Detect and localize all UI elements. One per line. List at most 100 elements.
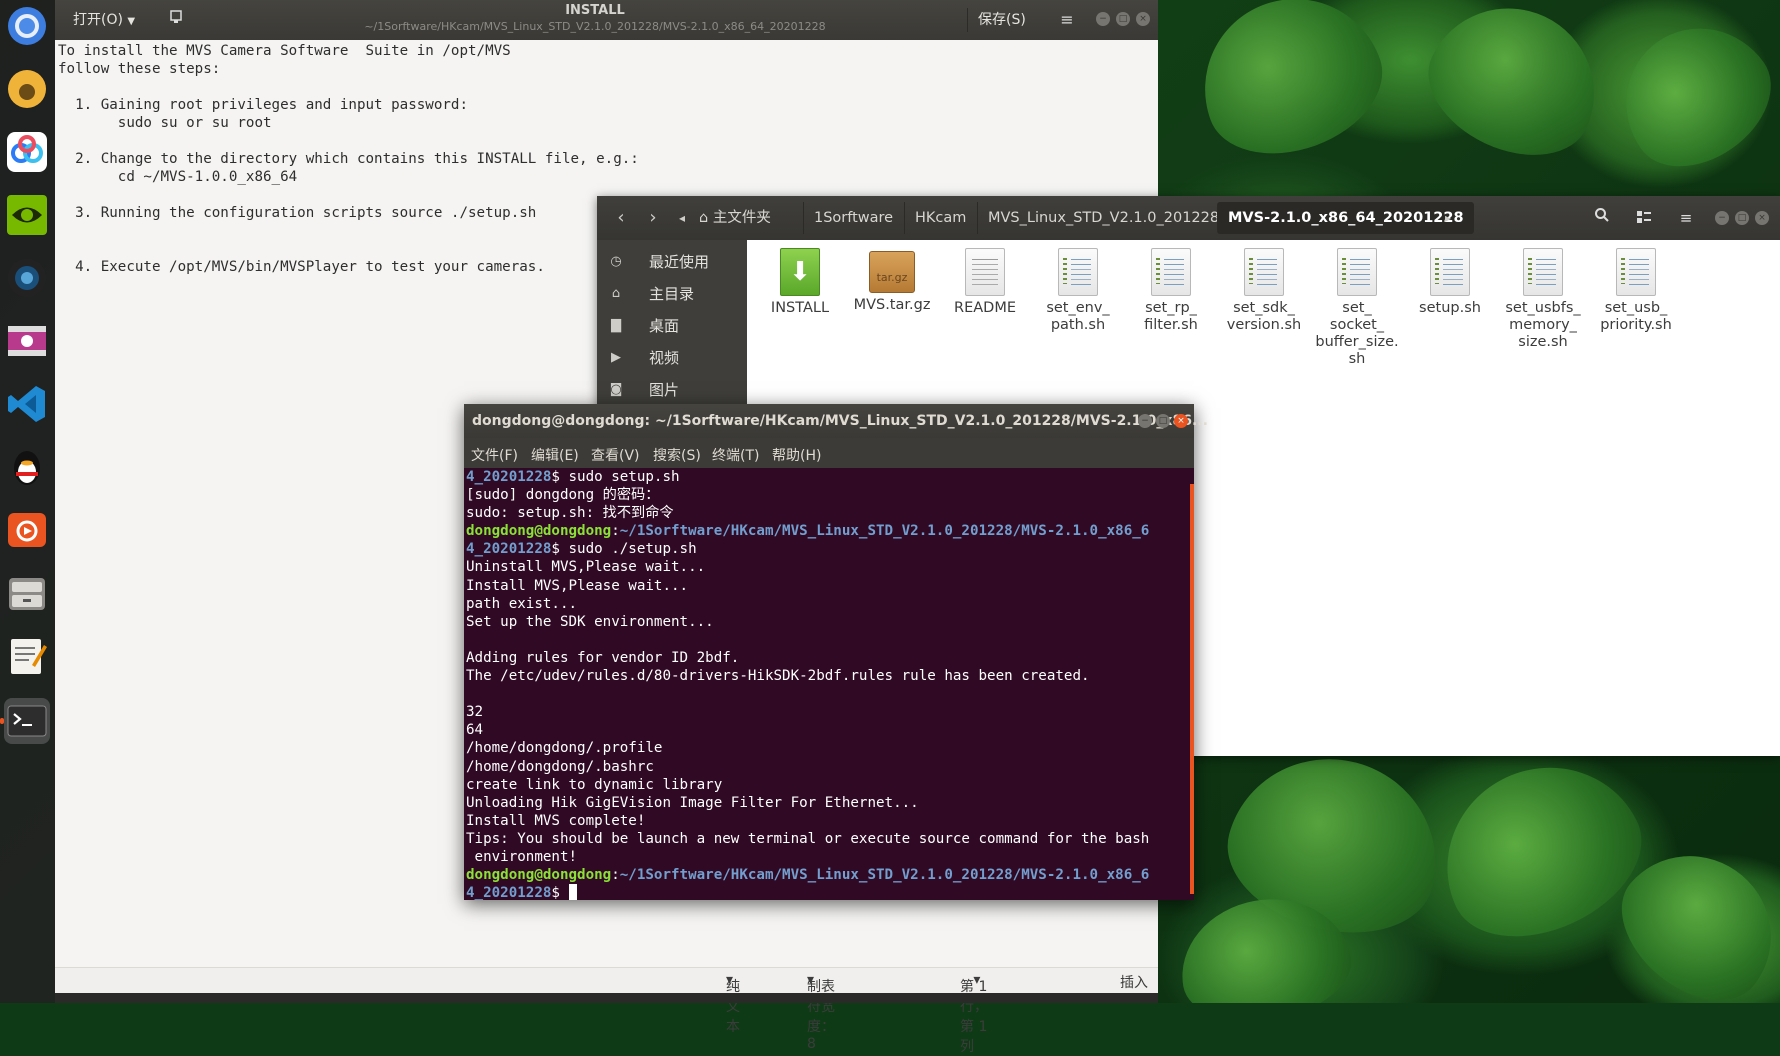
breadcrumb-home[interactable]: ⌂ 主文件夹 <box>689 202 781 234</box>
minimize-icon[interactable]: − <box>1715 211 1729 225</box>
search-icon[interactable] <box>1584 204 1620 232</box>
vscode-icon[interactable] <box>4 381 50 427</box>
file-item-set-usb-priority[interactable]: set_usb_ priority.sh <box>1590 248 1682 334</box>
chromium-icon[interactable] <box>4 3 50 49</box>
sidebar-item-desktop[interactable]: ▇ 桌面 <box>597 310 747 342</box>
terminal-scrollbar[interactable] <box>1190 484 1194 894</box>
nvidia-settings-icon[interactable] <box>4 192 50 238</box>
terminal-icon[interactable] <box>0 698 50 744</box>
status-bar: 纯文本 ▾ 制表符宽度：8 ▾ 第 1 行，第 1 列 ▾ 插入 <box>55 967 1158 1055</box>
script-file-icon <box>1244 248 1284 296</box>
sidebar-item-recent[interactable]: ◷ 最近使用 <box>597 246 747 278</box>
maximize-icon[interactable]: □ <box>1156 414 1170 428</box>
hamburger-menu-icon[interactable]: ≡ <box>1055 8 1079 32</box>
forward-arrow-icon[interactable]: › <box>639 204 667 232</box>
clock-icon: ◷ <box>610 254 622 269</box>
maximize-icon[interactable]: □ <box>1116 12 1130 26</box>
cursor-position[interactable]: 第 1 行，第 1 列 ▾ <box>960 972 988 1055</box>
video-player-icon[interactable] <box>4 318 50 364</box>
sidebar-item-pictures[interactable]: ◙ 图片 <box>597 374 747 406</box>
document-text[interactable]: To install the MVS Camera Software Suite… <box>58 42 639 276</box>
window-title: INSTALL <box>565 3 625 18</box>
music-app-icon[interactable] <box>4 66 50 112</box>
tab-width-selector[interactable]: 制表符宽度：8 ▾ <box>807 972 835 1052</box>
file-item-set-usbfs-memory-size[interactable]: set_usbfs_ memory_ size.sh <box>1497 248 1589 351</box>
open-file-button[interactable]: 打开(O) ▼ <box>65 8 143 32</box>
menu-search[interactable]: 搜索(S) <box>653 445 701 465</box>
insert-mode[interactable]: 插入 <box>1120 972 1148 992</box>
syntax-label: 纯文本 <box>726 979 740 1035</box>
tab-width-label: 制表符宽度：8 <box>807 979 835 1052</box>
file-name: INSTALL <box>770 300 830 316</box>
text-editor-headerbar: 打开(O) ▼ INSTALL ~/1Sorftware/HKcam/MVS_L… <box>55 0 1158 40</box>
menu-help[interactable]: 帮助(H) <box>772 445 821 465</box>
menu-edit[interactable]: 编辑(E) <box>531 445 579 465</box>
file-item-set-rp-filter[interactable]: set_rp_ filter.sh <box>1125 248 1217 334</box>
sidebar-item-videos[interactable]: ▶ 视频 <box>597 342 747 374</box>
close-icon[interactable]: × <box>1136 12 1150 26</box>
breadcrumb-hkcam[interactable]: HKcam <box>904 202 976 234</box>
close-icon[interactable]: × <box>1174 414 1188 428</box>
save-button[interactable]: 保存(S) <box>967 8 1036 32</box>
breadcrumb-home-label: 主文件夹 <box>712 210 771 226</box>
open-button-label: 打开(O) <box>73 12 123 28</box>
text-editor-icon[interactable] <box>4 633 50 679</box>
script-file-icon <box>1151 248 1191 296</box>
window-bottom-edge <box>55 993 1158 1003</box>
file-item-set-sdk-version[interactable]: set_sdk_ version.sh <box>1218 248 1310 334</box>
sidebar-item-label: 最近使用 <box>649 253 710 271</box>
camera-icon: ◙ <box>609 382 623 397</box>
text-file-icon <box>965 248 1005 296</box>
file-name: set_env_ path.sh <box>1046 300 1110 333</box>
output-line: sudo: setup.sh: 找不到命令 <box>466 505 674 522</box>
file-item-setup[interactable]: setup.sh <box>1404 248 1496 317</box>
file-item-set-env-path[interactable]: set_env_ path.sh <box>1032 248 1124 334</box>
breadcrumb-right-icon[interactable]: ▸ <box>1440 204 1456 232</box>
file-item-archive[interactable]: tar.gz MVS.tar.gz <box>846 248 938 314</box>
menu-file[interactable]: 文件(F) <box>471 445 518 465</box>
output-line: [sudo] dongdong 的密码： <box>466 487 660 504</box>
script-file-icon <box>1430 248 1470 296</box>
minimize-icon[interactable]: − <box>1096 12 1110 26</box>
launcher-dock <box>0 0 55 1003</box>
back-arrow-icon[interactable]: ‹ <box>607 204 635 232</box>
new-tab-icon[interactable] <box>160 8 192 32</box>
sidebar-item-home[interactable]: ⌂ 主目录 <box>597 278 747 310</box>
menu-view[interactable]: 查看(V) <box>591 445 640 465</box>
prompt-user: dongdong@dongdong <box>466 867 612 884</box>
file-item-set-socket-buffer-size[interactable]: set_ socket_ buffer_size. sh <box>1311 248 1403 368</box>
prompt-path: ~/1Sorftware/HKcam/MVS_Linux_STD_V2.1.0_… <box>619 523 1150 540</box>
breadcrumb-mvs-linux-std[interactable]: MVS_Linux_STD_V2.1.0_201228 <box>977 202 1229 234</box>
breadcrumb-left-icon[interactable]: ◂ <box>674 204 690 232</box>
view-options-icon[interactable] <box>1626 204 1662 232</box>
breadcrumb-1sorftware[interactable]: 1Sorftware <box>803 202 903 234</box>
file-name: set_ socket_ buffer_size. sh <box>1315 300 1399 367</box>
qq-penguin-icon[interactable] <box>4 444 50 490</box>
breadcrumb-current-folder[interactable]: MVS-2.1.0_x86_64_20201228 <box>1217 202 1474 234</box>
file-item-readme[interactable]: README <box>939 248 1031 317</box>
minimize-icon[interactable]: − <box>1138 414 1152 428</box>
text-cursor <box>568 884 577 900</box>
file-name: set_usb_ priority.sh <box>1600 300 1672 333</box>
baidu-netdisk-icon[interactable] <box>4 129 50 175</box>
syntax-selector[interactable]: 纯文本 ▾ <box>726 972 740 1035</box>
home-icon: ⌂ <box>611 286 621 301</box>
terminal-output[interactable]: 4_20201228$ sudo setup.sh [sudo] dongdon… <box>466 468 1190 900</box>
software-center-icon[interactable] <box>4 507 50 553</box>
archive-icon: tar.gz <box>869 251 915 293</box>
command-line: $ <box>551 885 569 900</box>
files-icon[interactable] <box>4 570 50 616</box>
camera-app-icon[interactable] <box>4 255 50 301</box>
hamburger-menu-icon[interactable]: ≡ <box>1668 204 1704 232</box>
menu-terminal[interactable]: 终端(T) <box>712 445 759 465</box>
prompt-path: 4_20201228 <box>466 541 552 558</box>
prompt-user: dongdong@dongdong <box>466 523 612 540</box>
maximize-icon[interactable]: □ <box>1735 211 1749 225</box>
home-icon: ⌂ <box>699 210 709 226</box>
file-manager-headerbar: ‹ › ◂ ⌂ 主文件夹 1Sorftware HKcam MVS_Linux_… <box>597 196 1780 240</box>
terminal-window: dongdong@dongdong: ~/1Sorftware/HKcam/MV… <box>464 404 1208 900</box>
file-name: setup.sh <box>1419 300 1481 316</box>
file-item-install[interactable]: ⬇ INSTALL <box>754 248 846 317</box>
terminal-titlebar: dongdong@dongdong: ~/1Sorftware/HKcam/MV… <box>464 404 1208 438</box>
close-icon[interactable]: × <box>1755 211 1769 225</box>
